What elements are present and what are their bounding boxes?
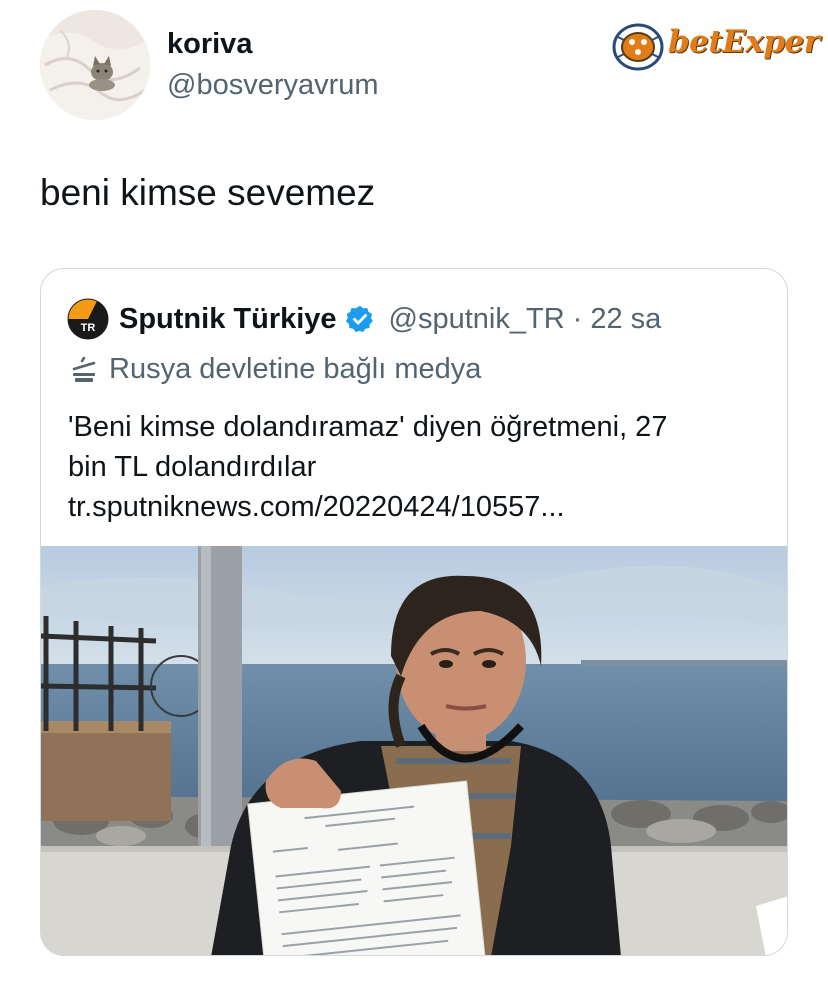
author-display-name[interactable]: koriva bbox=[167, 28, 252, 61]
state-media-label[interactable]: Rusya devletine bağlı medya bbox=[69, 353, 481, 386]
quoted-display-name[interactable]: Sputnik Türkiye bbox=[119, 303, 337, 336]
quoted-tweet-card[interactable]: TR Sputnik Türkiye @sputnik_TR · 22 sa R… bbox=[40, 268, 788, 956]
quoted-text-line2: bin TL dolandırdılar bbox=[68, 451, 317, 483]
quoted-tweet-photo[interactable] bbox=[41, 546, 787, 955]
quoted-text-line1: 'Beni kimse dolandıramaz' diyen öğretmen… bbox=[68, 411, 668, 443]
author-handle[interactable]: @bosveryavrum bbox=[167, 69, 379, 102]
watermark-text: betExper bbox=[668, 24, 820, 60]
state-media-label-text: Rusya devletine bağlı medya bbox=[109, 353, 482, 385]
quoted-timestamp[interactable]: 22 sa bbox=[590, 303, 661, 336]
sputnik-logo-icon[interactable]: TR bbox=[67, 298, 109, 340]
separator-dot: · bbox=[572, 302, 583, 335]
tweet-text: beni kimse sevemez bbox=[40, 172, 376, 213]
brand-watermark: betExper bbox=[612, 20, 820, 74]
quoted-link[interactable]: tr.sputniknews.com/20220424/10557... bbox=[68, 487, 768, 527]
dice-icon bbox=[612, 23, 664, 71]
sputnik-logo-text: TR bbox=[81, 322, 96, 334]
cat-on-blanket-avatar bbox=[40, 10, 150, 120]
author-avatar[interactable] bbox=[40, 10, 150, 120]
quoted-handle[interactable]: @sputnik_TR bbox=[389, 303, 565, 336]
quoted-tweet-header: TR Sputnik Türkiye @sputnik_TR · 22 sa bbox=[67, 298, 661, 340]
woman-holding-document-photo bbox=[41, 546, 787, 955]
verified-badge-icon bbox=[345, 305, 373, 333]
quoted-tweet-text: 'Beni kimse dolandıramaz' diyen öğretmen… bbox=[68, 407, 768, 527]
state-affiliated-media-icon bbox=[72, 356, 96, 382]
